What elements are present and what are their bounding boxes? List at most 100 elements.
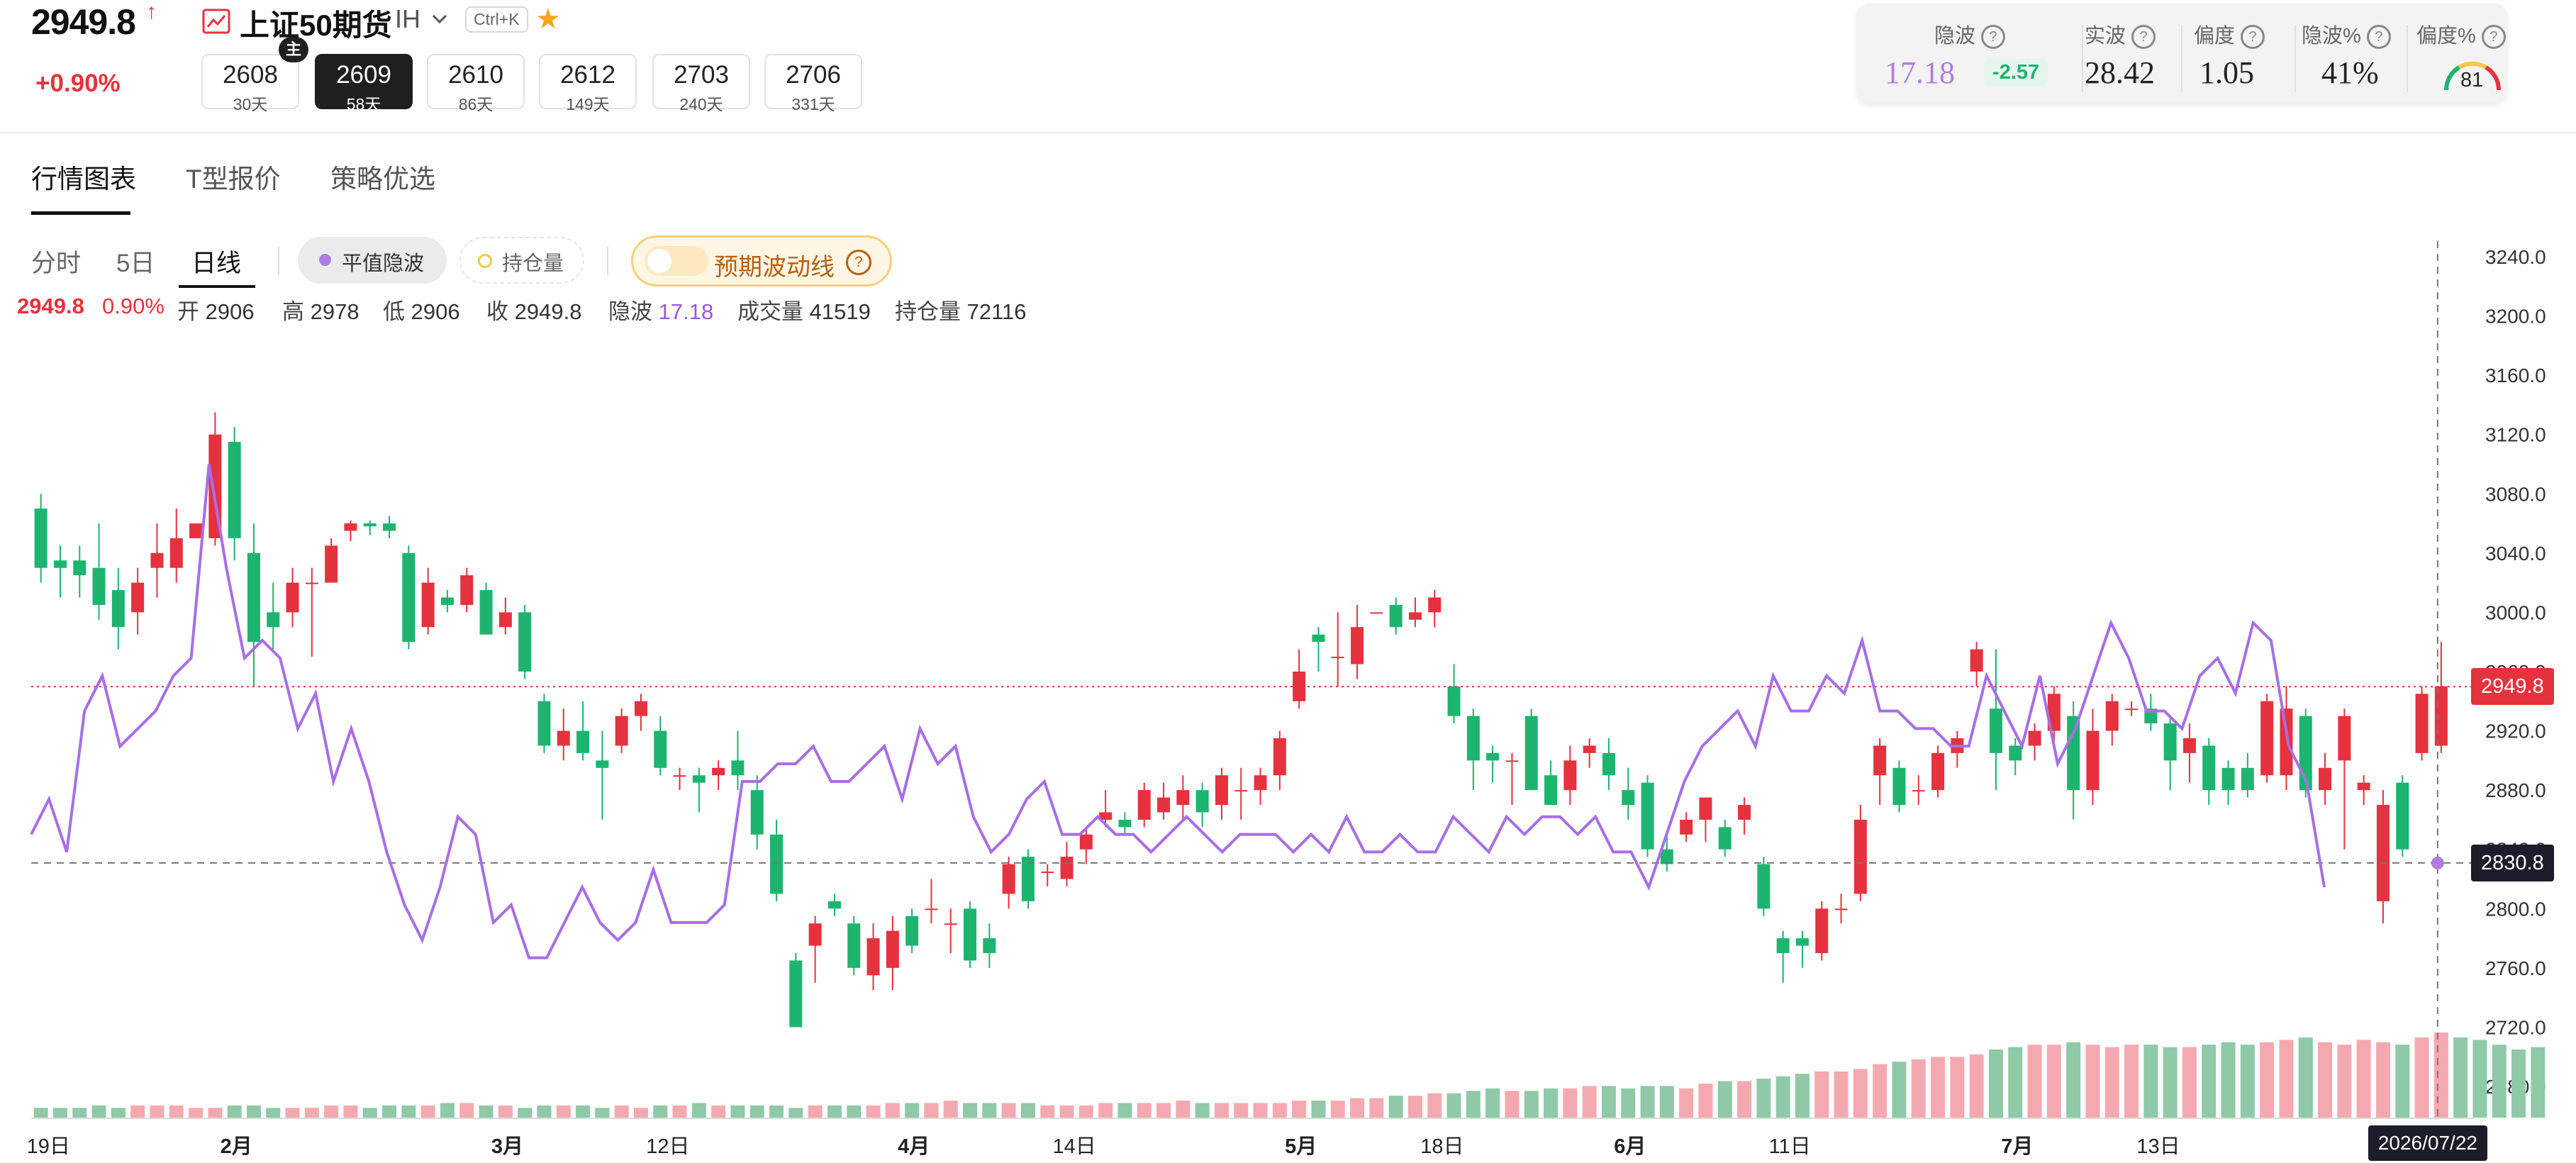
candle-body	[1215, 775, 1228, 806]
contract-days: 86天	[458, 95, 494, 113]
help-icon[interactable]: ?	[1981, 25, 2006, 50]
volume-bar	[1369, 1098, 1384, 1118]
current-price-label: 2949.8	[2471, 668, 2554, 706]
contract-tab-2609[interactable]: 2609 58天	[315, 54, 413, 113]
help-icon[interactable]: ?	[2241, 25, 2265, 50]
volume-bar	[963, 1103, 978, 1118]
volume-bar	[1640, 1086, 1655, 1118]
candle-body	[34, 508, 48, 568]
volume-bar	[324, 1105, 339, 1118]
volume-bar	[1292, 1101, 1307, 1118]
candle-body	[1389, 604, 1403, 628]
volume-bar	[1098, 1103, 1113, 1118]
contract-days: 331天	[791, 95, 835, 113]
volume-bar	[1795, 1074, 1810, 1118]
volume-bar	[1330, 1101, 1345, 1118]
volume-bar	[208, 1108, 223, 1118]
volume-bar	[72, 1108, 87, 1118]
instrument-title[interactable]: 上证50期货	[240, 1, 392, 45]
candle-body	[1660, 849, 1673, 864]
help-icon[interactable]: ?	[2366, 25, 2391, 50]
volume-bar	[1059, 1105, 1074, 1118]
candle-body	[576, 730, 590, 753]
tab-main-0[interactable]: 行情图表	[31, 157, 136, 196]
rv-value: 28.42	[2085, 55, 2155, 90]
candle-body	[1428, 597, 1442, 613]
volume-bar	[2453, 1037, 2468, 1118]
candle-body	[498, 612, 512, 628]
candle-body	[1738, 805, 1751, 820]
candle-body	[421, 582, 435, 628]
y-tick-label: 3040.0	[2485, 542, 2546, 564]
y-tick-label: 3000.0	[2485, 601, 2546, 623]
candle-body	[983, 938, 996, 953]
help-icon[interactable]: ?	[2131, 25, 2156, 50]
candle-body	[2182, 738, 2196, 753]
star-icon[interactable]: ★	[535, 3, 561, 35]
x-tick-label: 5月	[1285, 1135, 1317, 1158]
volume-bar	[827, 1105, 842, 1118]
volume-bar	[2492, 1045, 2507, 1118]
y-tick-label: 2920.0	[2485, 720, 2546, 742]
x-tick-label: 14日	[1053, 1135, 1096, 1158]
candle-body	[886, 930, 899, 968]
volume-bar	[2472, 1040, 2487, 1118]
volume-bar	[498, 1105, 513, 1118]
volume-bar	[1698, 1084, 1713, 1118]
volume-bar	[1040, 1105, 1055, 1118]
contract-tab-2612[interactable]: 2612 149天	[539, 54, 637, 113]
tab-main-2[interactable]: 策略优选	[330, 157, 435, 196]
candle-body	[1312, 634, 1325, 642]
volume-bar	[1563, 1088, 1578, 1118]
candle-body	[2086, 730, 2100, 791]
contract-tab-2610[interactable]: 2610 86天	[427, 54, 525, 113]
candle-body	[1718, 827, 1732, 850]
candle-body	[2415, 694, 2429, 753]
volume-bar	[1931, 1057, 1946, 1118]
volume-bar	[91, 1105, 106, 1118]
candle-body	[111, 590, 125, 628]
chevron-down-icon[interactable]	[430, 9, 450, 32]
candlestick-chart[interactable]: 2680.02720.02760.02800.02840.02880.02920…	[0, 241, 2576, 1163]
candle-body	[1776, 938, 1790, 953]
price-up-arrow-icon: ↑	[146, 0, 157, 23]
contract-tab-2703[interactable]: 2703 240天	[652, 54, 750, 113]
instrument-code[interactable]: IH	[395, 4, 420, 34]
contract-tab-2608[interactable]: 2608 30天	[201, 54, 299, 113]
volume-bar	[2414, 1037, 2429, 1118]
search-shortcut-badge[interactable]: Ctrl+K	[465, 6, 528, 33]
volume-bar	[1814, 1071, 1829, 1118]
volume-bar	[2027, 1045, 2042, 1118]
iv-change-badge: -2.57	[1984, 59, 2048, 87]
volume-bar	[518, 1108, 533, 1118]
candle-body	[1234, 790, 1248, 792]
contract-tab-2706[interactable]: 2706 331天	[764, 54, 862, 113]
candle-body	[2105, 701, 2119, 731]
volume-bar	[537, 1105, 552, 1118]
candle-body	[2067, 716, 2080, 791]
contract-code: 2609	[336, 61, 391, 89]
candle-body	[615, 716, 628, 746]
volume-bar	[52, 1108, 67, 1118]
volume-bar	[905, 1103, 920, 1118]
volume-bar	[1234, 1103, 1249, 1118]
candle-body	[518, 612, 532, 672]
candle-body	[1912, 790, 1925, 792]
tab-main-1[interactable]: T型报价	[186, 157, 281, 196]
skew-stat-header: 偏度?	[2194, 19, 2265, 50]
x-tick-label: 2月	[221, 1135, 252, 1158]
candle-body	[673, 775, 686, 777]
volume-bar	[1659, 1086, 1674, 1118]
volume-bar	[769, 1105, 784, 1118]
candle-body	[537, 701, 551, 746]
volume-bar	[130, 1105, 145, 1118]
candle-body	[1079, 834, 1093, 850]
candle-body	[2376, 805, 2390, 901]
help-icon[interactable]: ?	[2481, 25, 2506, 50]
volume-bar	[1911, 1059, 1926, 1118]
volume-bar	[2202, 1045, 2217, 1118]
y-tick-label: 3160.0	[2485, 365, 2546, 386]
skew-pct-stat-header: 偏度%?	[2416, 19, 2506, 50]
candle-body	[654, 730, 667, 768]
volume-bar	[1156, 1103, 1171, 1118]
